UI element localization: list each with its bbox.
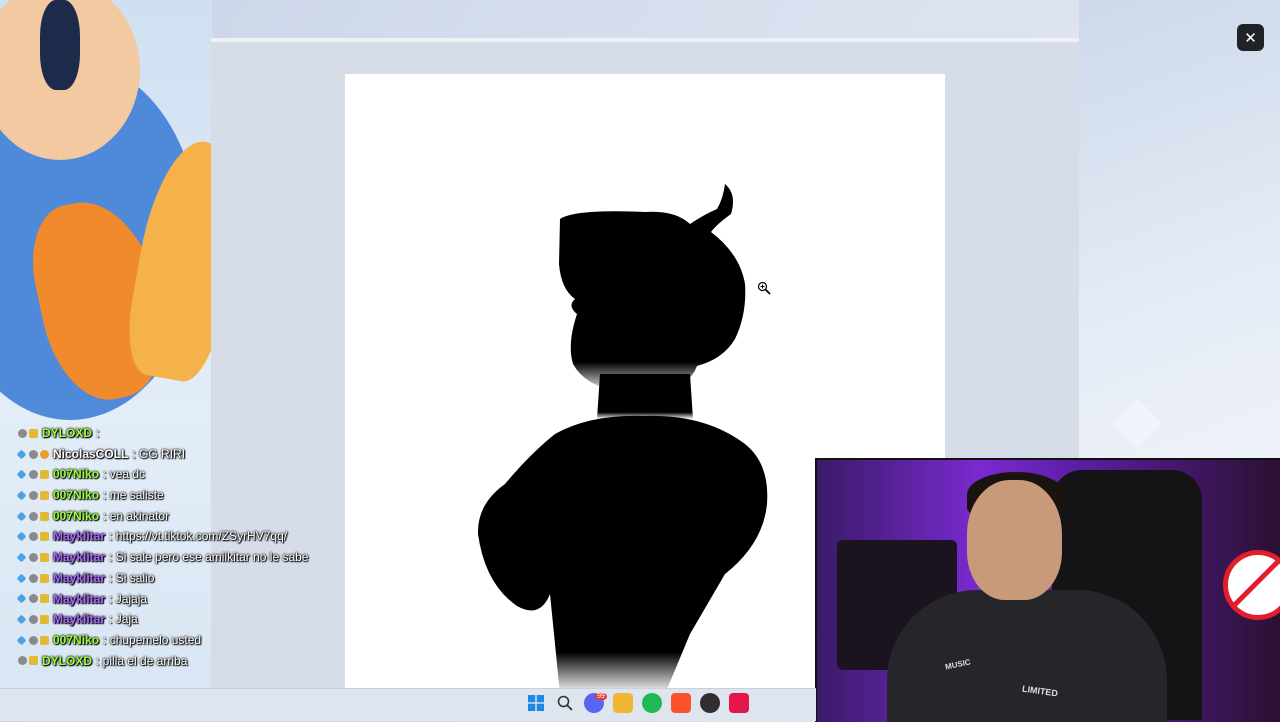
chat-text: : https://vt.tiktok.com/ZSyrHV7qq/ [109,529,288,544]
chat-text: : chupemelo usted [103,632,202,647]
chat-text: : en akinator [103,508,170,523]
chat-message: 007Niko: en akinator [16,506,348,527]
chat-badge-icon [18,428,27,438]
chat-badge-icon [29,470,38,480]
chat-username: 007Niko [53,467,100,482]
chat-badge-icon [29,428,38,438]
chat-badge-icon [40,532,49,542]
chat-badge-icon [29,656,38,666]
chat-badge-icon [29,594,38,604]
chat-badge-icon [16,635,27,646]
windows-taskbar: 99 [0,688,816,721]
search-icon[interactable] [555,693,575,713]
chat-badge-icon [29,573,38,583]
chat-badge-icon [29,552,38,562]
chat-username: Mayklitar [53,529,106,544]
chat-message: 007Niko: vea dc [16,464,348,485]
chat-badge-icon [16,573,27,584]
chat-badge-icon [40,615,49,625]
chat-badge-icon [16,614,27,625]
chat-badge-icon [40,470,49,480]
chat-badge-icon [29,511,38,521]
chat-badge-icon [16,511,27,522]
chat-text: : Jajaja [109,591,148,606]
chat-username: NicolasCOLL [53,446,129,461]
no-sign-icon [1223,550,1280,620]
windows-start-icon[interactable] [526,693,546,713]
chat-badge-icon [16,490,27,501]
chat-badge-icon [16,449,27,459]
chat-badge-icon [16,593,27,604]
chat-username: DYLOXD [42,426,93,440]
chat-badge-icon [40,449,49,459]
chat-badge-icon [18,656,27,666]
chat-username: 007Niko [53,632,100,647]
chat-badge-icon [16,552,27,563]
chat-username: 007Niko [53,508,100,523]
chat-username: 007Niko [53,488,100,503]
chat-message: 007Niko: chupemelo usted [16,630,348,651]
chat-username: Mayklitar [53,570,106,585]
chat-badge-icon [16,531,27,542]
obs-icon[interactable] [700,693,720,713]
close-button[interactable]: ✕ [1237,24,1264,51]
chat-message: Mayklitar: Jajaja [16,589,348,610]
chat-badge-icon [16,469,27,480]
chat-message: Mayklitar: Si salio [16,568,348,589]
chat-message: Mayklitar: Si sale pero ese amiikitar no… [16,547,348,568]
chat-username: Mayklitar [53,550,106,565]
notification-badge: 99 [595,692,607,700]
chat-message: NicolasCOLL: GG RIRI [16,444,348,465]
spotify-icon[interactable] [642,693,662,713]
chat-badge-icon [40,594,49,604]
chat-text: : Si salio [109,570,155,585]
background-right [1079,0,1280,460]
chat-badge-icon [40,490,49,500]
stream-chat-overlay: DYLOXD: NicolasCOLL: GG RIRI 007Niko: vea … [16,423,348,672]
chat-badge-icon [29,635,38,645]
chat-text: : GG RIRI [132,446,186,461]
discord-icon[interactable]: 99 [584,692,607,713]
chat-text: : vea dc [103,467,146,482]
tiktok-icon[interactable] [729,693,749,713]
chat-badge-icon [29,490,38,500]
chat-username: Mayklitar [53,612,106,627]
chat-message: DYLOXD: pilla el de arriba [18,651,348,672]
chat-text: : Si sale pero ese amiikitar no le sabe [109,550,309,565]
chat-text: : [96,426,100,440]
chat-badge-icon [40,511,49,521]
zoom-in-cursor-icon [757,281,771,295]
chat-text: : pilla el de arriba [96,653,188,668]
chat-badge-icon [40,552,49,562]
file-explorer-icon[interactable] [613,693,633,713]
chat-badge-icon [29,615,38,625]
chat-badge-icon [40,573,49,583]
chat-message: Mayklitar: Jaja [16,609,348,630]
chat-username: DYLOXD [42,653,93,668]
close-icon: ✕ [1244,29,1257,47]
chat-username: Mayklitar [53,591,106,606]
chat-badge-icon [29,532,38,542]
chat-text: : me saliste [103,488,164,503]
chat-message: DYLOXD: [18,423,348,444]
chat-badge-icon [29,449,38,459]
chat-message: 007Niko: me saliste [16,485,348,506]
chat-message: Mayklitar: https://vt.tiktok.com/ZSyrHV7… [16,526,348,547]
chat-badge-icon [40,635,49,645]
chat-text: : Jaja [109,612,138,627]
brave-icon[interactable] [671,693,691,713]
webcam-feed: MUSIC LIMITED [815,458,1280,722]
